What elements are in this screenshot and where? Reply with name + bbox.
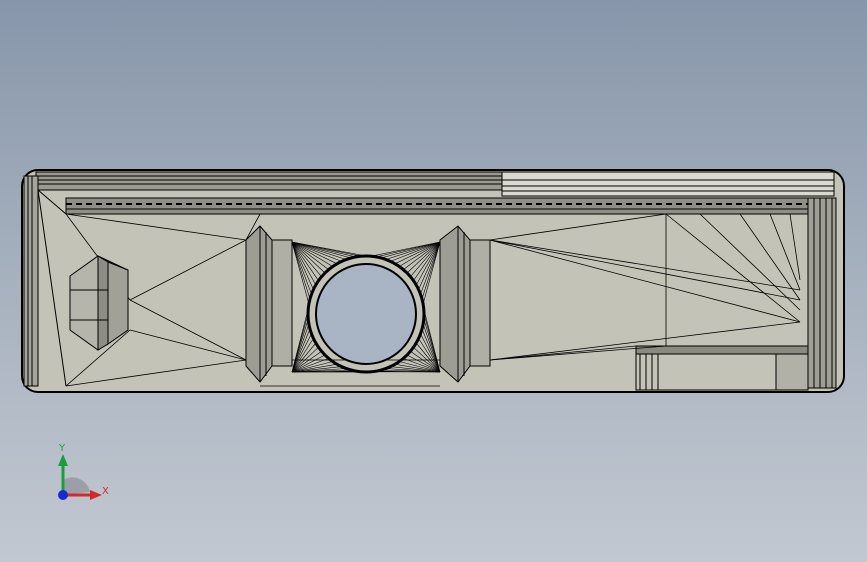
right-rib xyxy=(439,225,491,383)
z-axis-icon xyxy=(58,490,68,500)
left-rib xyxy=(245,225,293,383)
graphics-viewport[interactable]: Y X xyxy=(0,0,867,562)
left-pocket xyxy=(69,255,129,351)
y-axis-label: Y xyxy=(59,443,66,454)
cad-model-view[interactable] xyxy=(0,0,867,562)
x-axis-label: X xyxy=(102,486,109,497)
right-end xyxy=(807,197,837,389)
right-step xyxy=(635,345,809,391)
